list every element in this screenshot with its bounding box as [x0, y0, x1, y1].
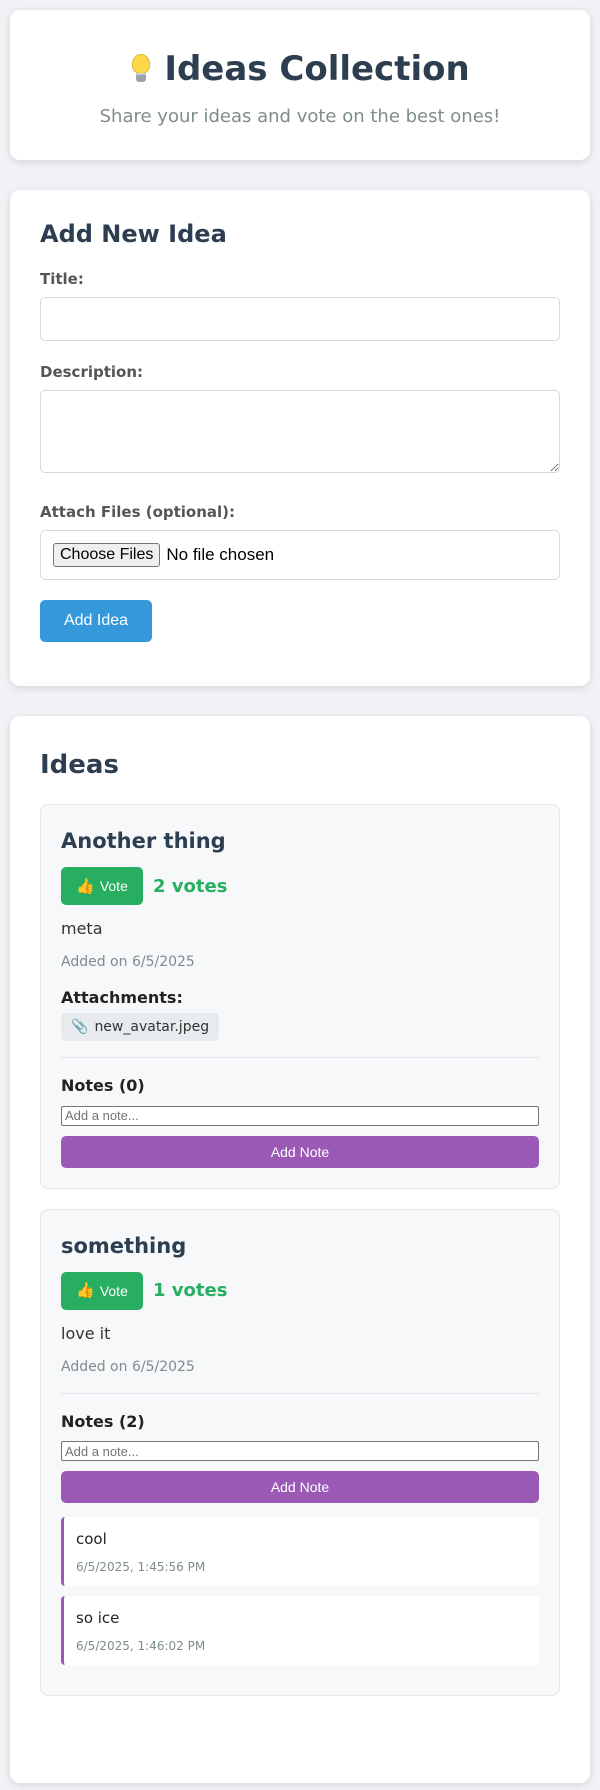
divider	[61, 1392, 539, 1394]
file-input[interactable]: Choose Files No file chosen	[40, 530, 560, 580]
description-label: Description:	[40, 363, 144, 381]
attachments-title: Attachments:	[61, 988, 183, 1007]
vote-row: 👍 Vote 1 votes	[61, 1271, 539, 1310]
ideas-list: Ideas Another thing 👍 Vote 2 votes meta …	[10, 716, 590, 1783]
title-input[interactable]	[40, 297, 560, 341]
add-idea-button[interactable]: Add Idea	[40, 600, 152, 642]
add-idea-form: Add New Idea Title: Description: Attach …	[10, 190, 590, 686]
choose-files-button[interactable]: Choose Files	[53, 543, 161, 567]
title-label: Title:	[40, 270, 84, 288]
files-label: Attach Files (optional):	[40, 503, 236, 521]
header-card: Ideas Collection Share your ideas and vo…	[10, 10, 590, 160]
idea-card: Another thing 👍 Vote 2 votes meta Added …	[40, 804, 560, 1189]
add-note-button[interactable]: Add Note	[61, 1471, 539, 1503]
idea-description: love it	[61, 1323, 111, 1343]
description-input[interactable]	[40, 390, 560, 473]
file-status: No file chosen	[166, 545, 275, 564]
ideas-title: Ideas	[40, 750, 119, 780]
form-title: Add New Idea	[40, 220, 227, 248]
lightbulb-icon	[130, 54, 152, 84]
thumbs-up-icon: 👍	[76, 1282, 95, 1299]
note-text: cool	[76, 1530, 107, 1548]
attachment-link[interactable]: 📎 new_avatar.jpeg	[61, 1013, 220, 1041]
vote-button[interactable]: 👍 Vote	[61, 867, 143, 905]
note-input[interactable]	[61, 1105, 539, 1126]
vote-button[interactable]: 👍 Vote	[61, 1271, 143, 1310]
note-timestamp: 6/5/2025, 1:45:56 PM	[76, 1560, 206, 1574]
note-input[interactable]	[61, 1441, 539, 1461]
page-subtitle: Share your ideas and vote on the best on…	[99, 106, 501, 127]
vote-row: 👍 Vote 2 votes	[61, 867, 539, 905]
vote-label: Vote	[99, 1282, 128, 1299]
idea-date: Added on 6/5/2025	[61, 954, 195, 970]
notes-list: cool 6/5/2025, 1:45:56 PM so ice 6/5/202…	[61, 1517, 539, 1665]
note-item: cool 6/5/2025, 1:45:56 PM	[61, 1517, 539, 1586]
notes-title: Notes (2)	[61, 1411, 145, 1431]
page-title: Ideas Collection	[10, 46, 590, 92]
add-note-button[interactable]: Add Note	[61, 1135, 539, 1168]
thumbs-up-icon: 👍	[76, 877, 95, 895]
note-text: so ice	[76, 1609, 120, 1627]
idea-date: Added on 6/5/2025	[61, 1358, 195, 1375]
idea-card: something 👍 Vote 1 votes love it Added o…	[40, 1208, 560, 1696]
idea-description: meta	[61, 919, 103, 938]
note-timestamp: 6/5/2025, 1:46:02 PM	[76, 1639, 206, 1653]
vote-count: 1 votes	[153, 1280, 228, 1301]
paperclip-icon: 📎	[71, 1019, 89, 1035]
vote-label: Vote	[99, 878, 128, 894]
idea-title: something	[61, 1233, 187, 1258]
vote-count: 2 votes	[153, 875, 228, 897]
divider	[61, 1057, 539, 1058]
note-item: so ice 6/5/2025, 1:46:02 PM	[61, 1596, 539, 1665]
page-title-text: Ideas Collection	[164, 49, 470, 89]
attachment-name: new_avatar.jpeg	[94, 1019, 210, 1035]
idea-title: Another thing	[61, 829, 226, 853]
notes-title: Notes (0)	[61, 1076, 145, 1095]
